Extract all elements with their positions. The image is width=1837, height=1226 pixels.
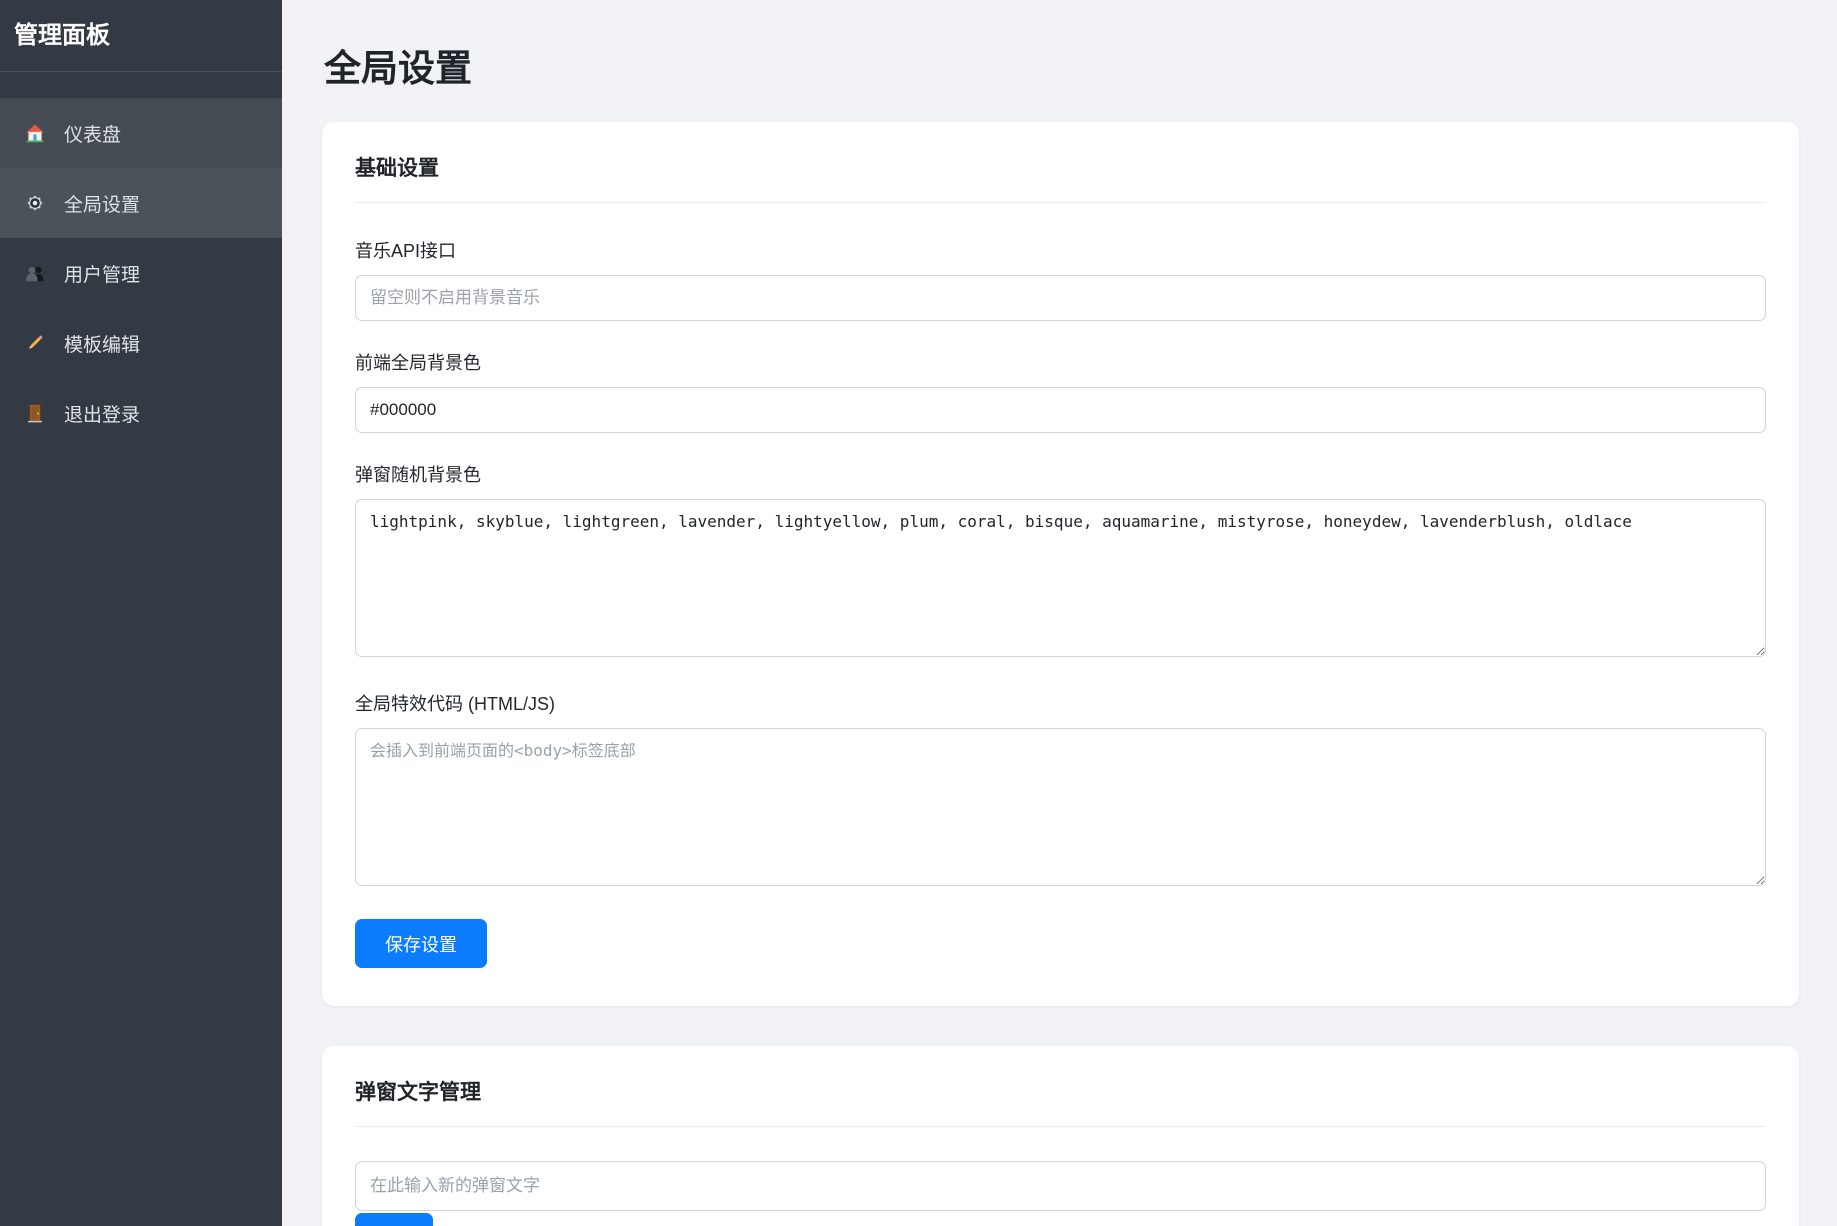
save-settings-button[interactable]: 保存设置 — [355, 919, 487, 968]
popup-text-input[interactable] — [355, 1161, 1766, 1211]
sidebar-item-dashboard[interactable]: 仪表盘 — [0, 98, 282, 168]
basic-settings-card: 基础设置 音乐API接口 前端全局背景色 弹窗随机背景色 lightpink, … — [322, 122, 1799, 1006]
sidebar-item-label: 用户管理 — [64, 260, 140, 287]
sidebar-item-global-settings[interactable]: 全局设置 — [0, 168, 282, 238]
app-title: 管理面板 — [0, 0, 282, 72]
page-title: 全局设置 — [324, 38, 1799, 92]
music-api-input[interactable] — [355, 275, 1766, 321]
music-api-group: 音乐API接口 — [355, 237, 1766, 321]
sidebar-item-label: 仪表盘 — [64, 120, 121, 147]
bg-color-label: 前端全局背景色 — [355, 349, 1766, 375]
sidebar-item-logout[interactable]: 退出登录 — [0, 378, 282, 448]
sidebar-item-label: 模板编辑 — [64, 330, 140, 357]
sidebar-item-user-management[interactable]: 用户管理 — [0, 238, 282, 308]
bg-color-input[interactable] — [355, 387, 1766, 433]
house-icon — [24, 122, 46, 144]
door-icon — [24, 402, 46, 424]
global-effects-group: 全局特效代码 (HTML/JS) — [355, 690, 1766, 891]
popup-colors-textarea[interactable]: lightpink, skyblue, lightgreen, lavender… — [355, 499, 1766, 657]
sidebar-menu: 仪表盘 全局设置 — [0, 98, 282, 448]
popup-colors-label: 弹窗随机背景色 — [355, 461, 1766, 487]
main-content: 全局设置 基础设置 音乐API接口 前端全局背景色 弹窗随机背景色 lightp… — [282, 0, 1837, 1226]
basic-settings-title: 基础设置 — [355, 152, 1766, 203]
music-api-label: 音乐API接口 — [355, 237, 1766, 263]
users-icon — [24, 262, 46, 284]
sidebar-item-label: 全局设置 — [64, 190, 140, 217]
sidebar: 管理面板 仪表盘 — [0, 0, 282, 1226]
popup-text-card: 弹窗文字管理 添加 — [322, 1046, 1799, 1226]
global-effects-textarea[interactable] — [355, 728, 1766, 886]
sidebar-item-template-edit[interactable]: 模板编辑 — [0, 308, 282, 378]
global-effects-label: 全局特效代码 (HTML/JS) — [355, 690, 1766, 716]
popup-colors-group: 弹窗随机背景色 lightpink, skyblue, lightgreen, … — [355, 461, 1766, 662]
gear-icon — [24, 192, 46, 214]
pencil-icon — [24, 332, 46, 354]
popup-text-title: 弹窗文字管理 — [355, 1076, 1766, 1127]
add-popup-text-button[interactable]: 添加 — [355, 1213, 433, 1226]
bg-color-group: 前端全局背景色 — [355, 349, 1766, 433]
sidebar-item-label: 退出登录 — [64, 400, 140, 427]
